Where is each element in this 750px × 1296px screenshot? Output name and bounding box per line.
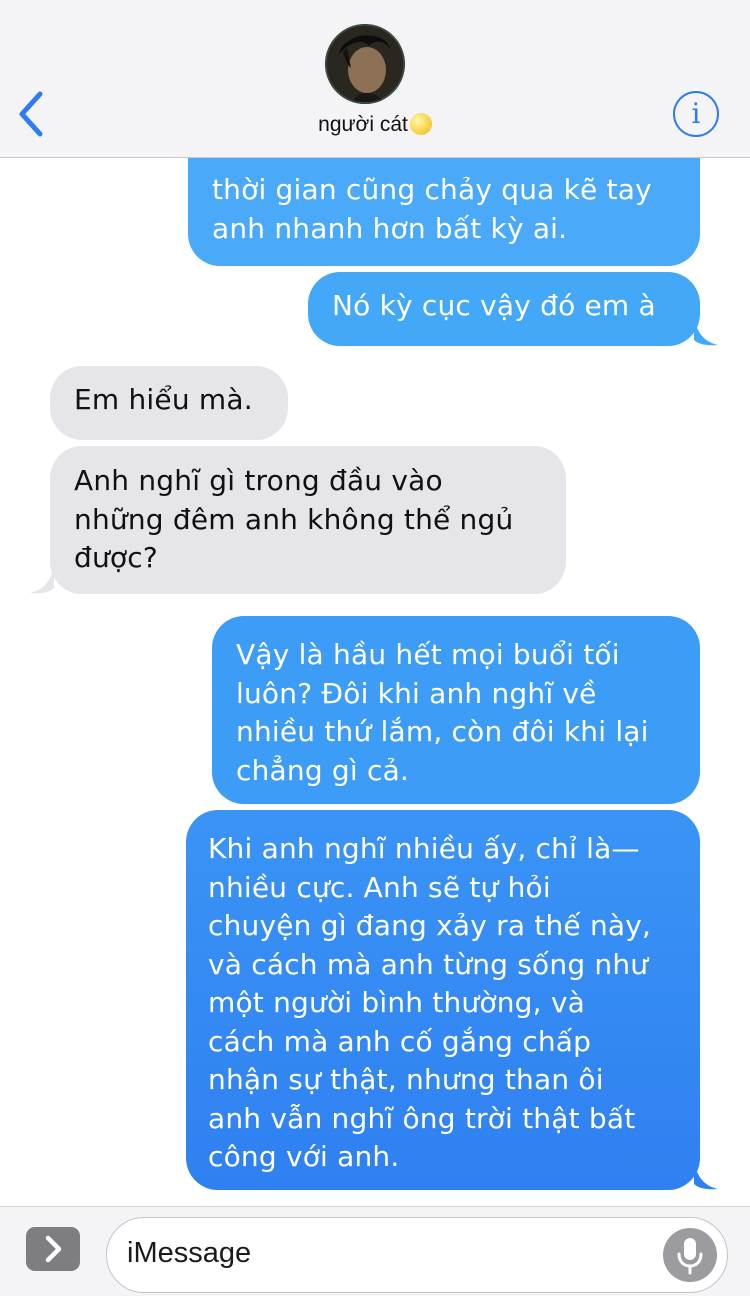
bubble-tail [30, 564, 54, 594]
info-button[interactable]: i [673, 91, 719, 137]
expand-apps-button[interactable] [26, 1227, 80, 1271]
avatar-photo [325, 24, 405, 104]
bubble-tail [694, 316, 718, 346]
dictation-button[interactable] [663, 1228, 717, 1282]
message-bubble-sent[interactable]: Vậy là hầu hết mọi buổi tối luôn? Đôi kh… [212, 616, 700, 804]
chevron-right-icon [45, 1235, 62, 1263]
message-thread[interactable]: thời gian cũng chảy qua kẽ tay anh nhanh… [0, 158, 750, 1206]
message-bubble-received[interactable]: Anh nghĩ gì trong đầu vào những đêm anh … [50, 446, 566, 594]
message-bubble-sent[interactable]: Nó kỳ cục vậy đó em à [308, 272, 700, 346]
message-input-placeholder: iMessage [127, 1237, 252, 1269]
message-text: Anh nghĩ gì trong đầu vào những đêm anh … [74, 464, 514, 574]
message-text: Vậy là hầu hết mọi buổi tối luôn? Đôi kh… [236, 638, 649, 787]
message-bubble-received[interactable]: Em hiểu mà. [50, 366, 288, 440]
info-icon: i [691, 97, 701, 130]
avatar[interactable] [325, 24, 405, 104]
conversation-header: người cát i [0, 0, 750, 158]
microphone-icon [677, 1238, 703, 1275]
contact-name-label: người cát [318, 113, 408, 136]
message-bubble-sent[interactable]: thời gian cũng chảy qua kẽ tay anh nhanh… [188, 158, 700, 266]
message-bubble-sent[interactable]: Khi anh nghĩ nhiều ấy, chỉ là— nhiều cực… [186, 810, 700, 1190]
compose-bar: iMessage [0, 1206, 750, 1296]
message-text: thời gian cũng chảy qua kẽ tay anh nhanh… [212, 173, 652, 245]
message-text: Khi anh nghĩ nhiều ấy, chỉ là— nhiều cực… [208, 832, 652, 1173]
message-input[interactable]: iMessage [106, 1217, 728, 1293]
message-text: Nó kỳ cục vậy đó em à [332, 289, 656, 322]
moon-emoji-icon [409, 113, 432, 135]
message-text: Em hiểu mà. [74, 383, 253, 416]
bubble-tail [694, 1160, 718, 1190]
contact-name[interactable]: người cát [0, 113, 750, 137]
